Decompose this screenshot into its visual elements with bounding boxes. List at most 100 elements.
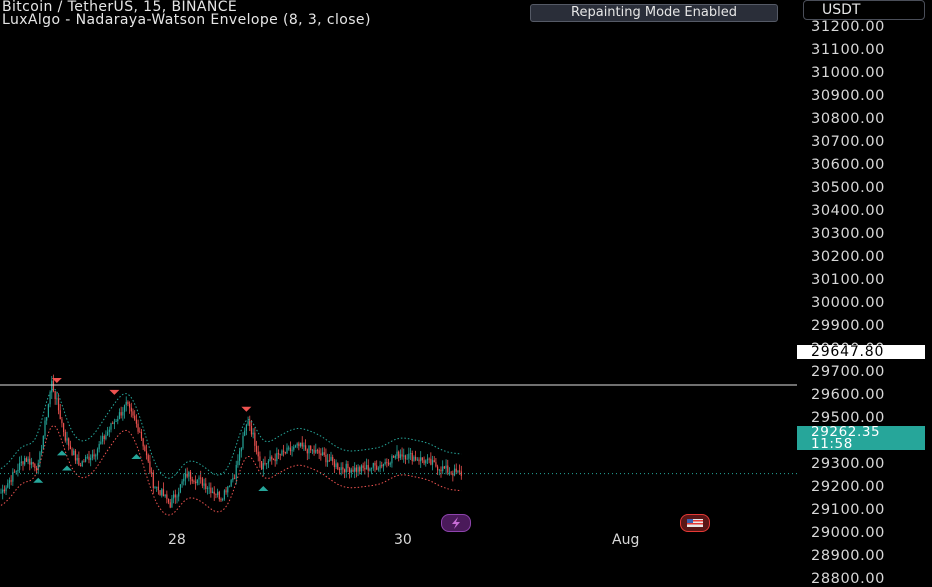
candle-body (371, 467, 373, 469)
candle-body (51, 380, 53, 393)
y-tick-label: 30500.00 (811, 180, 885, 196)
candle-body (178, 492, 180, 497)
us-flag-icon[interactable] (680, 514, 710, 532)
candle-body (274, 459, 276, 462)
candle-body (437, 466, 439, 471)
candle-body (457, 470, 459, 472)
y-tick-label: 29700.00 (811, 364, 885, 380)
candle-body (208, 487, 210, 489)
candle-body (0, 492, 2, 494)
candle-body (411, 453, 413, 462)
candle-body (420, 457, 422, 462)
candle-body (140, 432, 143, 439)
candle-body (316, 450, 319, 451)
candle-body (57, 398, 60, 411)
candle-body (311, 449, 313, 451)
y-tick-label: 29200.00 (811, 479, 885, 495)
candle-body (7, 483, 9, 488)
candle-body (152, 472, 154, 488)
x-tick-label: 28 (168, 532, 186, 548)
candle-body (369, 468, 371, 471)
candle-body (430, 458, 432, 465)
currency-button[interactable]: USDT (803, 0, 925, 20)
candle-body (264, 463, 266, 464)
candle-body (321, 452, 324, 456)
candle-body (459, 470, 461, 472)
candle-body (54, 391, 56, 400)
x-tick-label: 30 (394, 532, 412, 548)
candle-body (408, 453, 410, 459)
candle-body (198, 477, 200, 480)
candle-body (13, 471, 16, 473)
candle-body (78, 458, 80, 466)
indicator-legend[interactable]: LuxAlgo - Nadaraya-Watson Envelope (8, 3… (2, 12, 371, 28)
candle-body (376, 465, 378, 470)
y-tick-label: 31200.00 (811, 19, 885, 35)
candle-body (222, 498, 224, 501)
envelope-layer (0, 388, 462, 516)
candle-body (42, 435, 44, 450)
candle-body (218, 491, 220, 500)
y-tick-label: 29000.00 (811, 525, 885, 541)
candle-body (365, 465, 368, 470)
candle-body (325, 454, 327, 463)
candle-body (281, 450, 283, 456)
candle-body (332, 457, 334, 462)
candle-body (66, 438, 68, 441)
candle-body (130, 407, 132, 412)
candle-body (188, 472, 190, 477)
candle-body (323, 452, 325, 455)
candle-body (19, 462, 21, 470)
horizontal-line-price-label: 29647.80 (797, 345, 925, 359)
candle-body (134, 415, 136, 420)
candle-body (450, 472, 452, 474)
candle-body (169, 502, 171, 508)
candle-body (139, 431, 141, 433)
candle-body (415, 456, 417, 460)
candle-body (167, 499, 170, 503)
candle-body (337, 463, 339, 470)
candle-body (201, 478, 203, 486)
candle-body (5, 487, 7, 492)
candle-body (206, 488, 209, 489)
candle-body (303, 445, 305, 447)
candle-body (184, 473, 187, 479)
candle-body (85, 457, 87, 462)
candle-body (425, 460, 427, 464)
candle-body (374, 462, 376, 466)
candle-body (96, 449, 99, 456)
candle-body (147, 455, 149, 462)
candle-body (112, 423, 114, 425)
candle-body (193, 481, 195, 483)
candle-body (213, 491, 215, 495)
candle-body (215, 494, 217, 495)
candle-body (83, 461, 85, 463)
countdown-timer: 11:58 (811, 435, 853, 452)
candle-body (154, 486, 156, 488)
candle-body (279, 454, 281, 456)
candle-body (442, 466, 444, 472)
candle-body (93, 454, 95, 457)
candle-body (438, 469, 440, 471)
candle-body (162, 489, 165, 497)
candle-body (225, 490, 227, 493)
y-tick-label: 31000.00 (811, 65, 885, 81)
candle-body (179, 484, 181, 493)
candle-body (431, 460, 434, 465)
candle-body (338, 469, 341, 471)
price-chart[interactable] (0, 0, 932, 550)
candle-body (391, 456, 393, 464)
candle-body (203, 483, 205, 486)
candle-body (342, 467, 344, 470)
candle-body (333, 461, 335, 468)
candle-body (230, 480, 232, 487)
candle-body (345, 463, 347, 473)
lightning-icon[interactable] (441, 514, 471, 532)
candle-body (76, 458, 78, 461)
candle-body (401, 454, 403, 457)
candle-body (22, 461, 24, 465)
y-tick-label: 30800.00 (811, 111, 885, 127)
candle-body (191, 479, 193, 482)
candle-body (68, 438, 70, 446)
candle-body (416, 459, 418, 461)
